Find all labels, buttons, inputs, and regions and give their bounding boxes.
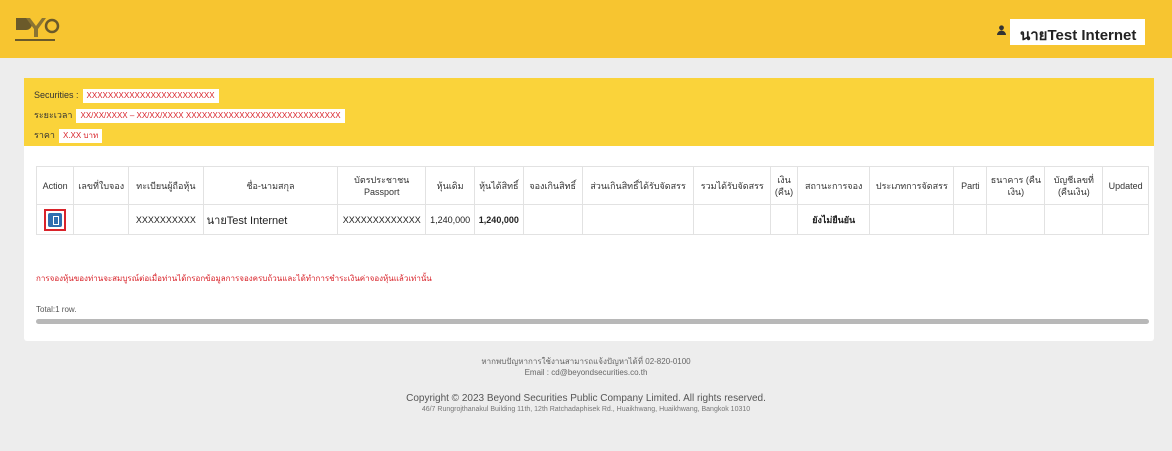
bank-cell bbox=[986, 204, 1046, 235]
table-header-row: Action เลขที่ใบจอง ทะเบียนผู้ถือหุ้น ชื่… bbox=[35, 166, 1149, 205]
right-shares-cell: 1,240,000 bbox=[473, 204, 524, 235]
securities-label: Securities : bbox=[34, 90, 79, 100]
table-row: XXXXXXXXXX นายTest Internet XXXXXXXXXXXX… bbox=[35, 204, 1149, 235]
col-action: Action bbox=[35, 166, 75, 205]
col-status: สถานะการจอง bbox=[796, 166, 871, 205]
filter-info-band: Securities : XXXXXXXXXXXXXXXXXXXXXXXX ระย… bbox=[24, 78, 1154, 146]
price-value: X.XX บาท bbox=[58, 129, 103, 143]
period-row: ระยะเวลา XX/XX/XXXX – XX/XX/XXXX XXXXXXXX… bbox=[34, 108, 345, 123]
top-bar: นายTest Internet bbox=[0, 0, 1172, 58]
user-icon bbox=[997, 25, 1006, 35]
over-sub-cell bbox=[522, 204, 583, 235]
col-right-shares: หุ้นได้สิทธิ์ bbox=[473, 166, 524, 205]
securities-value: XXXXXXXXXXXXXXXXXXXXXXXX bbox=[82, 89, 219, 103]
footer: หากพบปัญหาการใช้งานสามารถแจ้งปัญหาได้ที่… bbox=[0, 356, 1172, 415]
booking-note: การจองหุ้นของท่านจะสมบูรณ์ต่อเมื่อท่านได… bbox=[36, 274, 432, 283]
footer-address: 46/7 Rungrojthanakul Building 11th, 12th… bbox=[421, 406, 751, 413]
period-value: XX/XX/XXXX – XX/XX/XXXX XXXXXXXXXXXXXXXX… bbox=[76, 109, 345, 123]
col-old-shares: หุ้นเดิม bbox=[425, 166, 475, 205]
updated-cell bbox=[1102, 204, 1149, 235]
col-name: ชื่อ-นามสกุล bbox=[202, 166, 339, 205]
action-cell bbox=[35, 204, 75, 235]
col-over-sub: จองเกินสิทธิ์ bbox=[522, 166, 583, 205]
footer-email: Email : cd@beyondsecurities.co.th bbox=[524, 368, 648, 377]
account-cell bbox=[1044, 204, 1104, 235]
name-cell: นายTest Internet bbox=[202, 204, 339, 235]
col-updated: Updated bbox=[1102, 166, 1149, 205]
booking-no-cell bbox=[73, 204, 130, 235]
total-alloc-cell bbox=[693, 204, 772, 235]
col-over-alloc: ส่วนเกินสิทธิ์ได้รับจัดสรร bbox=[581, 166, 695, 205]
over-alloc-cell bbox=[581, 204, 695, 235]
row-total: Total:1 row. bbox=[36, 305, 77, 314]
alloc-type-cell bbox=[869, 204, 955, 235]
col-alloc-type: ประเภทการจัดสรร bbox=[869, 166, 955, 205]
company-logo[interactable] bbox=[12, 14, 60, 44]
price-row: ราคา X.XX บาท bbox=[34, 128, 103, 143]
holder-reg-cell: XXXXXXXXXX bbox=[128, 204, 204, 235]
col-account: บัญชีเลขที่ (คืนเงิน) bbox=[1044, 166, 1104, 205]
edit-button[interactable] bbox=[44, 208, 67, 231]
edit-icon bbox=[48, 212, 63, 227]
footer-copyright: Copyright © 2023 Beyond Securities Publi… bbox=[406, 393, 766, 404]
col-bank: ธนาคาร (คืนเงิน) bbox=[986, 166, 1046, 205]
col-id-passport: บัตรประชาชน Passport bbox=[337, 166, 427, 205]
securities-row: Securities : XXXXXXXXXXXXXXXXXXXXXXXX bbox=[34, 88, 219, 103]
col-holder-reg: ทะเบียนผู้ถือหุ้น bbox=[128, 166, 204, 205]
booking-table: Action เลขที่ใบจอง ทะเบียนผู้ถือหุ้น ชื่… bbox=[35, 166, 1149, 235]
col-refund: เงิน (คืน) bbox=[770, 166, 798, 205]
user-name-display[interactable]: นายTest Internet bbox=[1010, 19, 1145, 45]
old-shares-cell: 1,240,000 bbox=[425, 204, 475, 235]
refund-cell bbox=[770, 204, 798, 235]
price-label: ราคา bbox=[34, 130, 55, 140]
booking-panel: Securities : XXXXXXXXXXXXXXXXXXXXXXXX ระย… bbox=[24, 78, 1154, 341]
status-cell: ยังไม่ยืนยัน bbox=[796, 204, 871, 235]
id-card-cell: XXXXXXXXXXXXX bbox=[337, 204, 427, 235]
parti-cell bbox=[953, 204, 988, 235]
horizontal-scrollbar[interactable] bbox=[36, 319, 1149, 324]
period-label: ระยะเวลา bbox=[34, 110, 73, 120]
col-total-alloc: รวมได้รับจัดสรร bbox=[693, 166, 772, 205]
footer-contact: หากพบปัญหาการใช้งานสามารถแจ้งปัญหาได้ที่… bbox=[481, 357, 691, 366]
col-parti: Parti bbox=[953, 166, 988, 205]
col-booking-no: เลขที่ใบจอง bbox=[73, 166, 130, 205]
